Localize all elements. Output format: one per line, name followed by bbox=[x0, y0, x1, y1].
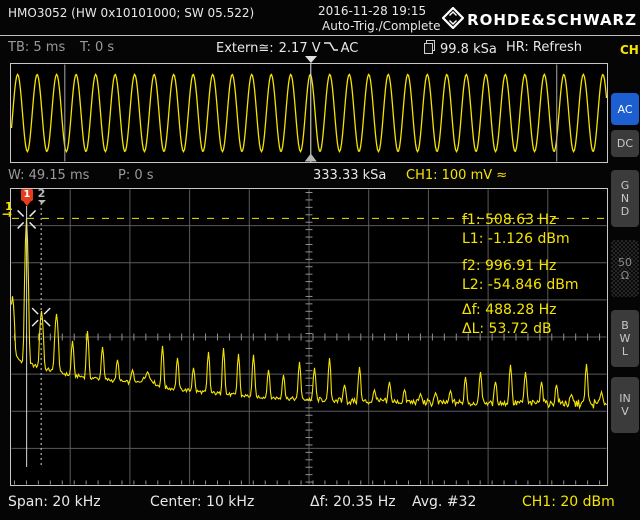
trigger-coupling: AC bbox=[341, 41, 359, 56]
zoom-position-triangle-icon bbox=[305, 154, 317, 162]
span-readout: Span: 20 kHz bbox=[8, 494, 101, 510]
softkey-50ohm-value: 50 bbox=[618, 256, 632, 269]
cursor2-flag[interactable]: 2 bbox=[36, 187, 47, 204]
cursor1-cross-icon bbox=[18, 222, 24, 228]
softkey-inv[interactable]: INV bbox=[611, 377, 639, 433]
trigger-level: 2.17 V bbox=[279, 41, 321, 56]
softkey-50ohm[interactable]: 50 Ω bbox=[611, 240, 639, 297]
softkey-gnd[interactable]: GND bbox=[611, 170, 639, 227]
window-position-readout: P: 0 s bbox=[118, 168, 154, 183]
brand-name: ROHDE&SCHWARZ bbox=[467, 11, 637, 29]
timebase-readout: TB: 5 ms bbox=[8, 40, 65, 55]
trigger-source: Extern bbox=[216, 41, 258, 56]
cursor2-cross-icon bbox=[32, 320, 38, 326]
trigger-position-marker-icon[interactable] bbox=[305, 56, 317, 63]
zoom-waveform-trace bbox=[12, 74, 607, 151]
rohde-schwarz-diamond-icon bbox=[442, 7, 464, 33]
softkey-dc-coupling[interactable]: DC bbox=[611, 130, 639, 157]
rbw-readout: Δf: 20.35 Hz bbox=[310, 494, 396, 510]
acquisition-readout: 99.8 kSa bbox=[423, 40, 497, 58]
brand-logo: ROHDE&SCHWARZ bbox=[442, 7, 637, 33]
cursor1-cross-icon bbox=[18, 210, 24, 216]
channel1-reference-marker[interactable]: 1 → bbox=[2, 202, 13, 219]
sample-count: 99.8 kSa bbox=[440, 42, 497, 57]
hr-mode-readout: HR: Refresh bbox=[506, 40, 582, 55]
trigger-settings-readout: Extern≅: 2.17 V AC bbox=[216, 40, 358, 57]
window-width-readout: W: 49.15 ms bbox=[8, 168, 89, 183]
softkey-bwl[interactable]: BWL bbox=[611, 310, 639, 367]
falling-edge-icon bbox=[323, 40, 339, 57]
cursor2-pointer-icon bbox=[38, 200, 46, 204]
measurement-l2: L2: -54.846 dBm bbox=[462, 277, 579, 293]
sidebar-channel-label: CH1 bbox=[620, 44, 632, 57]
measurement-f1: f1: 508.63 Hz bbox=[462, 212, 556, 228]
memory-pages-icon bbox=[423, 40, 436, 58]
approx-symbol: ≅: bbox=[258, 41, 273, 56]
ac-coupling-symbol: ≈ bbox=[496, 168, 507, 183]
trigger-status: Auto-Trig./Complete bbox=[322, 19, 440, 33]
oscilloscope-screen: HMO3052 (HW 0x10101000; SW 05.522) 2016-… bbox=[0, 0, 640, 520]
channel-scale-value: CH1: 100 mV bbox=[406, 168, 492, 183]
measurement-delta-l: ΔL: 53.72 dB bbox=[462, 321, 552, 337]
cursor1-cross-icon bbox=[30, 222, 36, 228]
datetime: 2016-11-28 19:15 bbox=[318, 4, 426, 18]
cursor2-number: 2 bbox=[38, 187, 46, 200]
sample-rate-readout: 333.33 kSa bbox=[313, 168, 386, 183]
cursor1-cross-icon bbox=[30, 210, 36, 216]
device-info: HMO3052 (HW 0x10101000; SW 05.522) bbox=[8, 6, 254, 20]
cursor1-flag[interactable]: 1 bbox=[21, 189, 33, 201]
trigger-time-readout: T: 0 s bbox=[80, 40, 114, 55]
waveform-window-frame bbox=[11, 64, 608, 163]
ohm-symbol: Ω bbox=[618, 269, 632, 282]
header-divider bbox=[0, 35, 640, 36]
cursor2-cross-icon bbox=[32, 308, 38, 314]
cursor2-cross-icon bbox=[44, 308, 50, 314]
softkey-ac-coupling[interactable]: AC bbox=[611, 93, 639, 125]
center-freq-readout: Center: 10 kHz bbox=[150, 494, 254, 510]
measurement-l1: L1: -1.126 dBm bbox=[462, 231, 570, 247]
measurement-f2: f2: 996.91 Hz bbox=[462, 258, 556, 274]
vertical-scale-readout: CH1: 20 dBm bbox=[522, 494, 615, 510]
measurement-delta-f: Δf: 488.28 Hz bbox=[462, 302, 557, 318]
right-arrow-icon: → bbox=[2, 210, 13, 219]
cursor2-cross-icon bbox=[44, 320, 50, 326]
channel-scale-readout: CH1: 100 mV ≈ bbox=[406, 168, 507, 183]
average-count-readout: Avg. #32 bbox=[412, 494, 476, 510]
